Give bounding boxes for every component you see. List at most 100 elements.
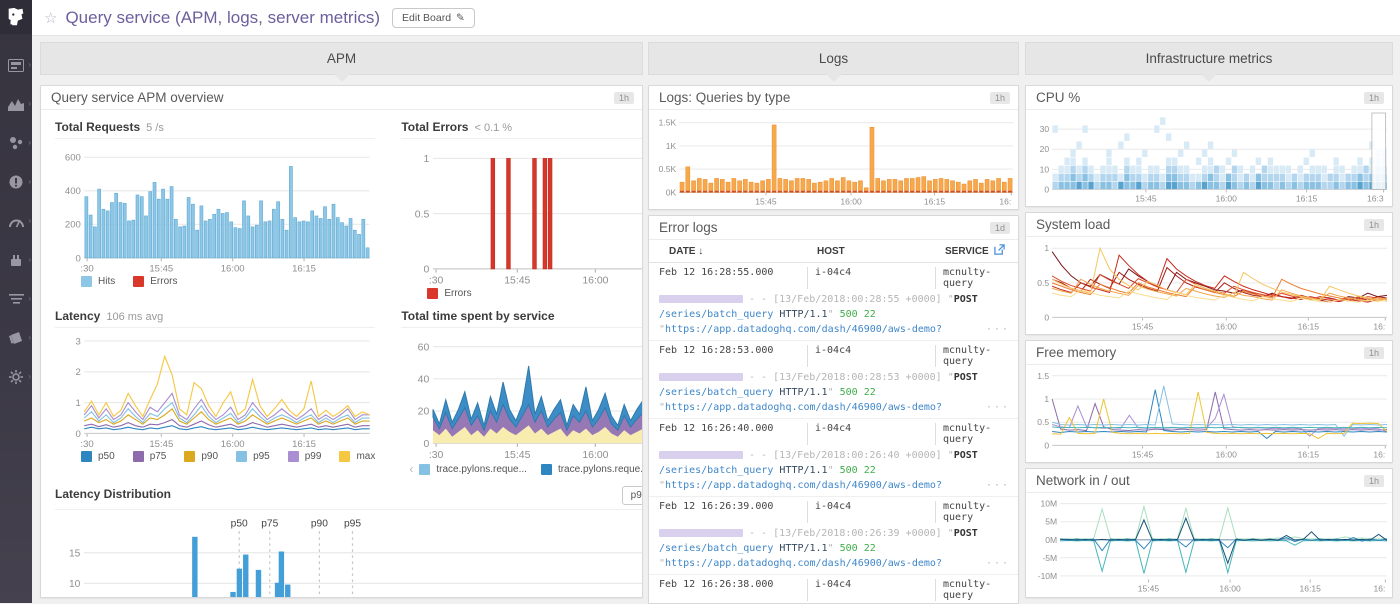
legend-item[interactable]: p75 xyxy=(133,451,167,462)
svg-text:200: 200 xyxy=(65,220,81,231)
legend-item[interactable]: p99 xyxy=(288,451,322,462)
legend-item[interactable]: trace.pylons.reque... xyxy=(541,464,643,475)
total-errors-legend[interactable]: Errors xyxy=(401,286,643,303)
total-time-chart[interactable]: 0204060:3015:4516:0016:15 xyxy=(401,330,643,460)
log-date: Feb 12 16:28:55.000 xyxy=(659,267,807,289)
svg-text:3: 3 xyxy=(76,336,81,347)
log-row[interactable]: Feb 12 16:26:38.000i-04c4mcnulty-query -… xyxy=(649,575,1018,604)
log-message: - - [13/Feb/2018:00:28:55 +0000] "POST/s… xyxy=(659,292,1010,337)
apm-panel-title-row[interactable]: Query service APM overview 1h xyxy=(41,86,642,110)
svg-text:16:15: 16:15 xyxy=(1296,193,1318,203)
group-header-infrastructure[interactable]: Infrastructure metrics xyxy=(1025,42,1393,75)
total-requests-chart-block: Total Requests 5 /s 0200400600:3015:4516… xyxy=(55,114,375,303)
external-link-icon[interactable] xyxy=(994,244,1012,258)
column-header-host[interactable]: HOST xyxy=(817,246,945,257)
system-load-title-row[interactable]: System load 1h xyxy=(1026,213,1392,237)
log-service: mcnulty-query xyxy=(935,345,1010,367)
sidebar-item-metrics[interactable]: › xyxy=(3,95,29,113)
svg-text:1: 1 xyxy=(424,154,430,165)
svg-text:1: 1 xyxy=(1044,243,1049,253)
legend-item[interactable]: Errors xyxy=(133,276,177,287)
system-load-chart[interactable]: 00.5115:4516:0016:1516: xyxy=(1026,237,1392,332)
legend-scroll-left-icon[interactable]: ‹ xyxy=(409,462,413,476)
sidebar-item-infrastructure[interactable]: › xyxy=(3,134,29,152)
legend-item[interactable]: p50 xyxy=(81,451,115,462)
svg-text:0K: 0K xyxy=(666,187,677,197)
sidebar-item-settings[interactable]: › xyxy=(3,368,29,386)
svg-text:15:45: 15:45 xyxy=(755,197,777,207)
total-errors-chart[interactable]: 00.51:3015:4516:0016:15 xyxy=(401,141,643,286)
sidebar-item-logs[interactable]: › xyxy=(3,329,29,347)
redacted-block xyxy=(659,529,743,537)
row-actions-icon[interactable]: ··· xyxy=(986,478,1010,493)
cpu-heatmap-chart[interactable]: 010203015:4516:0016:1516:3 xyxy=(1026,110,1392,204)
log-date: Feb 12 16:26:39.000 xyxy=(659,501,807,523)
timeframe-badge: 1h xyxy=(990,92,1010,104)
total-requests-chart[interactable]: 0200400600:3015:4516:0016:15 xyxy=(55,141,375,274)
cpu-panel: CPU % 1h 010203015:4516:0016:1516:3 xyxy=(1025,85,1393,207)
legend-item[interactable]: Errors xyxy=(427,288,471,299)
error-logs-table-header: DATE ↓ HOST SERVICE xyxy=(649,240,1018,263)
row-actions-icon[interactable]: ··· xyxy=(986,322,1010,337)
group-header-apm[interactable]: APM xyxy=(40,42,643,75)
column-header-date[interactable]: DATE ↓ xyxy=(669,246,817,257)
total-requests-legend[interactable]: Hits Errors xyxy=(55,274,375,291)
svg-text:16:15: 16:15 xyxy=(1298,322,1320,332)
percentile-button-p90[interactable]: p90 xyxy=(622,486,643,505)
log-host: i-04c4 xyxy=(807,579,935,601)
favorite-star-icon[interactable]: ☆ xyxy=(44,9,57,27)
sidebar-item-notebooks[interactable]: › xyxy=(3,290,29,308)
edit-board-button[interactable]: Edit Board ✎ xyxy=(392,8,475,28)
network-chart[interactable]: -10M-5M0M5M10M15:4516:0016:1516: xyxy=(1026,493,1392,594)
legend-item[interactable]: Hits xyxy=(81,276,115,287)
log-date: Feb 12 16:26:40.000 xyxy=(659,423,807,445)
svg-text:30: 30 xyxy=(1040,124,1050,134)
svg-text:1K: 1K xyxy=(666,141,677,151)
svg-text:16:00: 16:00 xyxy=(583,276,609,286)
log-row[interactable]: Feb 12 16:26:39.000i-04c4mcnulty-query -… xyxy=(649,497,1018,575)
sidebar-item-apm[interactable]: › xyxy=(3,212,29,230)
group-header-logs[interactable]: Logs xyxy=(648,42,1019,75)
total-time-legend[interactable]: trace.pylons.reque... trace.pylons.reque.… xyxy=(419,464,643,475)
svg-text:-10M: -10M xyxy=(1038,571,1057,581)
row-actions-icon[interactable]: ··· xyxy=(986,400,1010,415)
log-row[interactable]: Feb 12 16:28:53.000i-04c4mcnulty-query -… xyxy=(649,341,1018,419)
timeframe-badge: 1h xyxy=(1364,347,1384,359)
legend-swatch-icon xyxy=(419,464,430,475)
logs-queries-chart[interactable]: 0K0.5K1K1.5K15:4516:0016:1516: xyxy=(649,110,1018,207)
svg-text:1: 1 xyxy=(1044,394,1049,404)
free-memory-title-row[interactable]: Free memory 1h xyxy=(1026,341,1392,365)
svg-text::30: :30 xyxy=(429,450,444,460)
svg-text:16:00: 16:00 xyxy=(221,439,245,449)
log-row[interactable]: Feb 12 16:26:40.000i-04c4mcnulty-query -… xyxy=(649,419,1018,497)
svg-text:40: 40 xyxy=(418,375,430,386)
logs-queries-title-row[interactable]: Logs: Queries by type 1h xyxy=(649,86,1018,110)
network-title-row[interactable]: Network in / out 1h xyxy=(1026,469,1392,493)
column-header-service[interactable]: SERVICE xyxy=(945,246,994,257)
svg-text:16:: 16: xyxy=(1373,584,1385,594)
svg-text::30: :30 xyxy=(80,263,93,273)
redacted-block xyxy=(659,295,743,303)
svg-text:-5M: -5M xyxy=(1042,553,1057,563)
free-memory-chart[interactable]: 00.511.515:4516:0016:1516: xyxy=(1026,365,1392,460)
svg-text:16:15: 16:15 xyxy=(292,263,316,273)
legend-item[interactable]: trace.pylons.reque... xyxy=(419,464,527,475)
svg-text:10: 10 xyxy=(69,579,81,590)
svg-text:400: 400 xyxy=(65,186,81,197)
sidebar-item-monitors[interactable]: › xyxy=(3,173,29,191)
latency-legend[interactable]: p50 p75 p90 p95 p99 max xyxy=(55,449,375,466)
legend-item[interactable]: p95 xyxy=(236,451,270,462)
datadog-logo-icon[interactable] xyxy=(0,0,32,34)
legend-item[interactable]: max xyxy=(339,451,375,462)
latency-distribution-chart[interactable]: 0510150 ns50 ms100 ms150 ms200 ms250 ms3… xyxy=(55,512,643,598)
legend-item[interactable]: p90 xyxy=(184,451,218,462)
svg-text:10M: 10M xyxy=(1041,499,1058,509)
latency-chart[interactable]: 0123:3015:4516:0016:15 xyxy=(55,330,375,449)
sidebar-item-dashboards[interactable]: › xyxy=(3,56,29,74)
cpu-title-row[interactable]: CPU % 1h xyxy=(1026,86,1392,110)
log-row[interactable]: Feb 12 16:28:55.000i-04c4mcnulty-query -… xyxy=(649,263,1018,341)
svg-text:16:15: 16:15 xyxy=(1299,584,1321,594)
error-logs-title-row[interactable]: Error logs 1d xyxy=(649,216,1018,240)
row-actions-icon[interactable]: ··· xyxy=(986,556,1010,571)
sidebar-item-integrations[interactable]: › xyxy=(3,251,29,269)
